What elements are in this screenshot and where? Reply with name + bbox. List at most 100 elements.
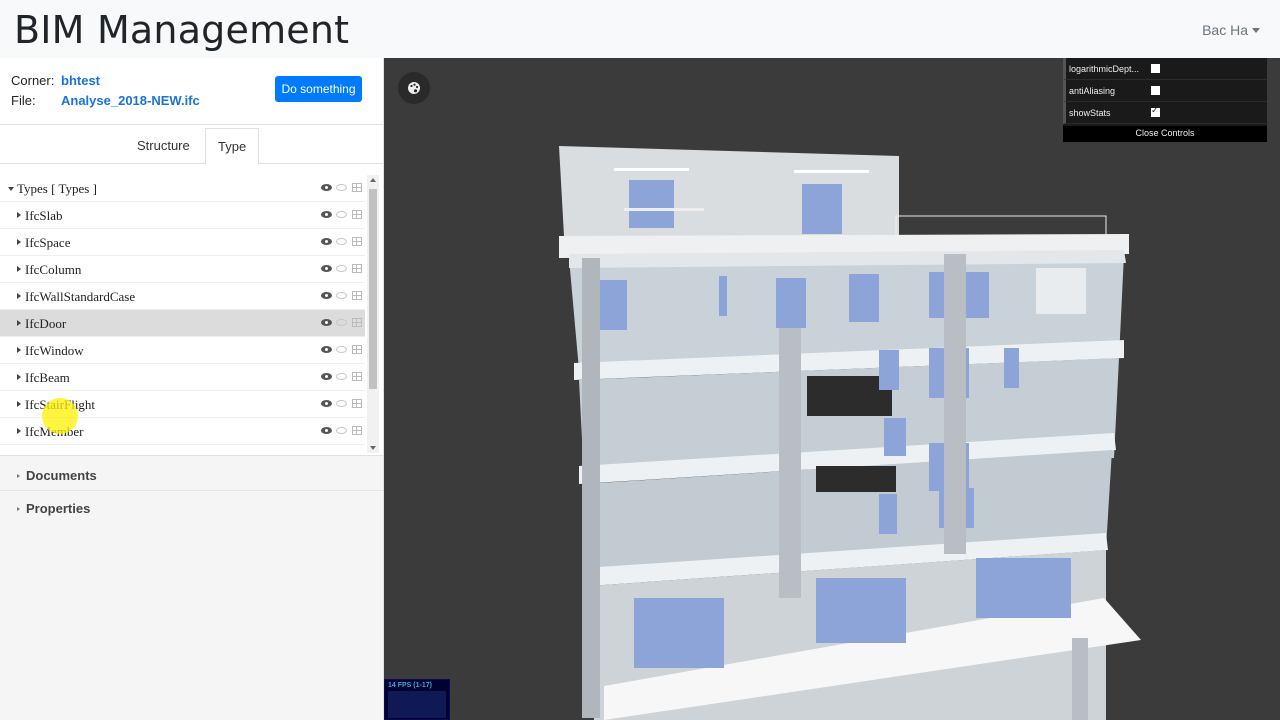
eye-icon[interactable] xyxy=(321,292,332,299)
tree-item-label: IfcDoor xyxy=(25,316,67,331)
left-panel: Corner: bhtest File: Analyse_2018-NEW.if… xyxy=(0,58,384,720)
tree-root-label: Types [ Types ] xyxy=(17,181,97,196)
scroll-down-icon[interactable] xyxy=(370,446,376,450)
table-icon[interactable] xyxy=(352,345,362,354)
tree-item-selected[interactable]: IfcDoor xyxy=(0,310,365,337)
close-controls-button[interactable]: Close Controls xyxy=(1063,126,1267,142)
corner-label: Corner: xyxy=(11,73,55,88)
palette-button[interactable] xyxy=(398,72,430,104)
stats-panel[interactable]: 14 FPS (1-17) xyxy=(384,679,450,720)
eye-off-icon[interactable] xyxy=(336,184,347,191)
eye-icon[interactable] xyxy=(321,319,332,326)
table-icon[interactable] xyxy=(352,210,362,219)
accordion: Documents Properties xyxy=(0,455,383,720)
eye-off-icon[interactable] xyxy=(336,238,347,245)
table-icon[interactable] xyxy=(352,264,362,273)
tree-item-label: IfcSpace xyxy=(25,235,71,250)
file-label: File: xyxy=(11,93,36,108)
table-icon[interactable] xyxy=(352,399,362,408)
eye-off-icon[interactable] xyxy=(336,427,347,434)
table-icon[interactable] xyxy=(352,237,362,246)
table-icon[interactable] xyxy=(352,318,362,327)
file-info: Corner: bhtest File: Analyse_2018-NEW.if… xyxy=(0,58,383,125)
caret-right-icon[interactable] xyxy=(17,293,21,299)
caret-right-icon xyxy=(17,506,20,511)
eye-off-icon[interactable] xyxy=(336,211,347,218)
tree-item[interactable]: IfcColumn xyxy=(0,256,365,283)
scroll-thumb[interactable] xyxy=(369,189,377,389)
logarithmic-depth-checkbox[interactable] xyxy=(1151,64,1160,73)
eye-off-icon[interactable] xyxy=(336,346,347,353)
caret-right-icon[interactable] xyxy=(17,212,21,218)
tree-item-label: IfcBeam xyxy=(25,370,70,385)
antialiasing-checkbox[interactable] xyxy=(1151,86,1160,95)
divider xyxy=(0,490,383,491)
tree-item-label: IfcSlab xyxy=(25,208,63,223)
properties-label: Properties xyxy=(26,501,91,516)
tab-bar: Structure Type xyxy=(0,128,383,165)
caret-right-icon[interactable] xyxy=(17,266,21,272)
controls-panel: logarithmicDept... antiAliasing showStat… xyxy=(1063,58,1267,142)
caret-right-icon[interactable] xyxy=(17,401,21,407)
caret-down-icon[interactable] xyxy=(8,187,14,191)
eye-off-icon[interactable] xyxy=(336,400,347,407)
tree-item[interactable]: IfcWindow xyxy=(0,337,365,364)
do-something-button[interactable]: Do something xyxy=(275,76,362,102)
eye-icon[interactable] xyxy=(321,373,332,380)
eye-icon[interactable] xyxy=(321,400,332,407)
tree-item-label: IfcWallStandardCase xyxy=(25,289,136,304)
eye-icon[interactable] xyxy=(321,427,332,434)
documents-label: Documents xyxy=(26,468,97,483)
fps-readout: 14 FPS (1-17) xyxy=(388,682,432,689)
properties-section[interactable]: Properties xyxy=(17,501,90,516)
tab-type[interactable]: Type xyxy=(205,128,260,165)
eye-off-icon[interactable] xyxy=(336,319,347,326)
user-menu[interactable]: Bac Ha xyxy=(1202,22,1260,38)
tree-item[interactable]: IfcBeam xyxy=(0,364,365,391)
eye-off-icon[interactable] xyxy=(336,265,347,272)
tree-item[interactable]: IfcSpace xyxy=(0,229,365,256)
building-model[interactable] xyxy=(384,58,1280,720)
chevron-down-icon xyxy=(1252,27,1260,33)
eye-icon[interactable] xyxy=(321,238,332,245)
tab-structure[interactable]: Structure xyxy=(125,128,202,164)
control-row[interactable]: showStats xyxy=(1063,102,1267,124)
control-row[interactable]: antiAliasing xyxy=(1063,80,1267,102)
corner-value[interactable]: bhtest xyxy=(61,73,100,88)
table-icon[interactable] xyxy=(352,291,362,300)
control-label: antiAliasing xyxy=(1069,86,1116,96)
3d-viewer[interactable]: logarithmicDept... antiAliasing showStat… xyxy=(384,58,1280,720)
caret-right-icon xyxy=(17,473,20,478)
caret-right-icon[interactable] xyxy=(17,347,21,353)
tree-scrollbar[interactable] xyxy=(367,175,379,453)
caret-right-icon[interactable] xyxy=(17,320,21,326)
table-icon[interactable] xyxy=(352,426,362,435)
eye-icon[interactable] xyxy=(321,265,332,272)
fps-graph xyxy=(388,691,446,718)
control-label: showStats xyxy=(1069,108,1111,118)
caret-right-icon[interactable] xyxy=(17,239,21,245)
tree-item-label: IfcColumn xyxy=(25,262,82,277)
eye-icon[interactable] xyxy=(321,211,332,218)
eye-icon[interactable] xyxy=(321,346,332,353)
control-label: logarithmicDept... xyxy=(1069,64,1140,74)
documents-section[interactable]: Documents xyxy=(17,468,97,483)
caret-right-icon[interactable] xyxy=(17,428,21,434)
eye-off-icon[interactable] xyxy=(336,373,347,380)
table-icon[interactable] xyxy=(352,183,362,192)
user-name: Bac Ha xyxy=(1202,22,1248,38)
tree-item[interactable]: IfcWallStandardCase xyxy=(0,283,365,310)
scroll-up-icon[interactable] xyxy=(370,178,376,182)
eye-off-icon[interactable] xyxy=(336,292,347,299)
control-row[interactable]: logarithmicDept... xyxy=(1063,58,1267,80)
caret-right-icon[interactable] xyxy=(17,374,21,380)
tree-item[interactable]: IfcSlab xyxy=(0,202,365,229)
show-stats-checkbox[interactable] xyxy=(1151,105,1160,117)
cursor-highlight xyxy=(42,398,78,434)
table-icon[interactable] xyxy=(352,372,362,381)
eye-icon[interactable] xyxy=(321,184,332,191)
file-row: File: Analyse_2018-NEW.ifc xyxy=(11,93,200,108)
file-value[interactable]: Analyse_2018-NEW.ifc xyxy=(61,93,200,108)
tree-item-label: IfcWindow xyxy=(25,343,84,358)
tree-root[interactable]: Types [ Types ] xyxy=(0,175,365,202)
